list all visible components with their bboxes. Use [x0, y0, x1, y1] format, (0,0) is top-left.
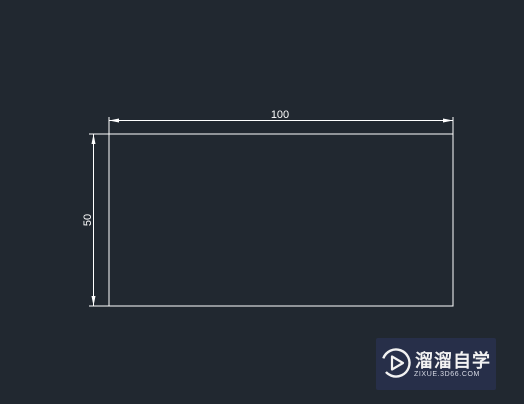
vertical-dimension[interactable]: 50: [82, 133, 109, 307]
horizontal-arrow-right: [443, 118, 453, 123]
cad-drawing-canvas[interactable]: 100 50 溜溜自学 ZIXUE.3D66.COM: [0, 0, 524, 404]
watermark-badge: 溜溜自学 ZIXUE.3D66.COM: [376, 338, 496, 390]
vertical-arrow-top: [91, 134, 96, 144]
vertical-dimension-text: 50: [82, 214, 94, 226]
horizontal-dimension[interactable]: 100: [108, 109, 454, 134]
play-circle-icon: [381, 348, 411, 378]
watermark-url: ZIXUE.3D66.COM: [414, 371, 480, 378]
horizontal-dimension-text: 100: [271, 109, 289, 121]
vertical-arrow-bottom: [91, 296, 96, 306]
horizontal-arrow-left: [109, 118, 119, 123]
rectangle-shape[interactable]: [108, 133, 454, 307]
watermark-title: 溜溜自学: [415, 351, 491, 372]
